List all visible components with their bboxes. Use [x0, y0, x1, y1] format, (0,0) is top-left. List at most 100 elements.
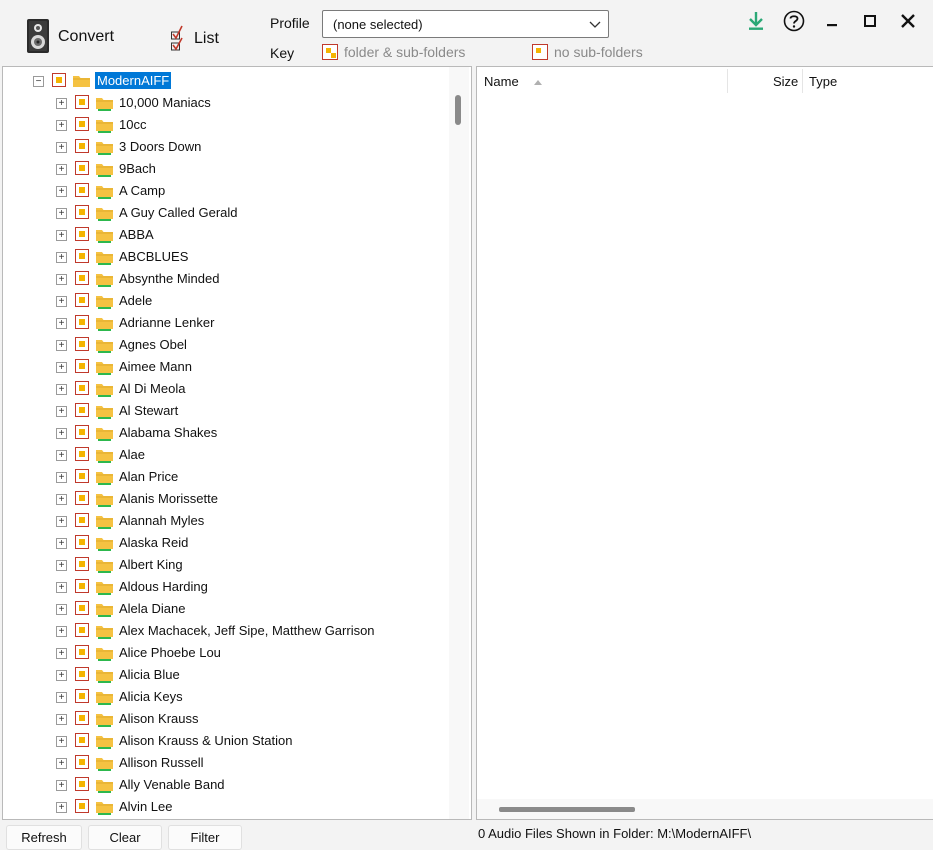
tree-item[interactable]: + Absynthe Minded — [3, 268, 451, 290]
tree-item[interactable]: + Alela Diane — [3, 598, 451, 620]
maximize-icon[interactable] — [857, 8, 883, 34]
expand-icon[interactable]: + — [56, 362, 67, 373]
folder-checkbox[interactable] — [75, 623, 89, 637]
tree-item[interactable]: + Alanis Morissette — [3, 488, 451, 510]
folder-name[interactable]: Allison Russell — [119, 755, 204, 770]
tree-item[interactable]: + ABCBLUES — [3, 246, 451, 268]
expand-icon[interactable]: + — [56, 274, 67, 285]
tree-item[interactable]: + Alison Krauss & Union Station — [3, 730, 451, 752]
tree-scroll-thumb[interactable] — [455, 95, 461, 125]
refresh-button[interactable]: Refresh — [6, 825, 82, 850]
column-header-name[interactable]: Name — [484, 67, 543, 95]
folder-checkbox[interactable] — [75, 117, 89, 131]
folder-name[interactable]: ABBA — [119, 227, 154, 242]
file-list[interactable]: Name Size Type — [476, 66, 933, 820]
tree-item[interactable]: + Alicia Keys — [3, 686, 451, 708]
folder-checkbox[interactable] — [75, 293, 89, 307]
expand-icon[interactable]: + — [56, 98, 67, 109]
folder-name[interactable]: Absynthe Minded — [119, 271, 219, 286]
folder-checkbox[interactable] — [75, 557, 89, 571]
tree-item[interactable]: + Alae — [3, 444, 451, 466]
expand-icon[interactable]: + — [56, 758, 67, 769]
tree-item[interactable]: +3 Doors Down — [3, 136, 451, 158]
expand-icon[interactable]: + — [56, 186, 67, 197]
tree-item[interactable]: + Alex Machacek, Jeff Sipe, Matthew Garri… — [3, 620, 451, 642]
folder-name[interactable]: ModernAIFF — [95, 72, 172, 89]
expand-icon[interactable]: + — [56, 450, 67, 461]
tree-item[interactable]: + Aimee Mann — [3, 356, 451, 378]
folder-checkbox[interactable] — [75, 513, 89, 527]
expand-icon[interactable]: + — [56, 714, 67, 725]
expand-icon[interactable]: + — [56, 406, 67, 417]
folder-checkbox[interactable] — [75, 689, 89, 703]
tree-item[interactable]: + Albert King — [3, 554, 451, 576]
tree-item[interactable]: + Alaska Reid — [3, 532, 451, 554]
tree-item[interactable]: + A Guy Called Gerald — [3, 202, 451, 224]
folder-name[interactable]: 10,000 Maniacs — [119, 95, 211, 110]
folder-name[interactable]: Alicia Blue — [119, 667, 180, 682]
folder-checkbox[interactable] — [75, 205, 89, 219]
folder-checkbox[interactable] — [75, 755, 89, 769]
tree-item[interactable]: + Allison Russell — [3, 752, 451, 774]
folder-name[interactable]: Alan Price — [119, 469, 178, 484]
profile-select[interactable]: (none selected) — [322, 10, 609, 38]
expand-icon[interactable]: + — [56, 472, 67, 483]
expand-icon[interactable]: + — [56, 736, 67, 747]
folder-checkbox[interactable] — [75, 777, 89, 791]
column-header-type[interactable]: Type — [809, 67, 837, 95]
tree-item[interactable]: + Adele — [3, 290, 451, 312]
tree-root[interactable]: − ModernAIFF — [3, 70, 451, 92]
folder-checkbox[interactable] — [75, 161, 89, 175]
tree-vertical-scrollbar[interactable] — [449, 67, 469, 819]
folder-checkbox[interactable] — [75, 381, 89, 395]
tree-item[interactable]: +10cc — [3, 114, 451, 136]
column-separator[interactable] — [727, 69, 728, 93]
folder-checkbox[interactable] — [75, 139, 89, 153]
folder-name[interactable]: Alicia Keys — [119, 689, 183, 704]
help-icon[interactable] — [781, 8, 807, 34]
folder-name[interactable]: Adrianne Lenker — [119, 315, 214, 330]
folder-name[interactable]: Agnes Obel — [119, 337, 187, 352]
expand-icon[interactable]: + — [56, 340, 67, 351]
folder-checkbox[interactable] — [75, 733, 89, 747]
folder-name[interactable]: ABCBLUES — [119, 249, 188, 264]
folder-name[interactable]: 3 Doors Down — [119, 139, 201, 154]
folder-name[interactable]: Ally Venable Band — [119, 777, 225, 792]
folder-name[interactable]: Al Di Meola — [119, 381, 185, 396]
expand-icon[interactable]: + — [56, 692, 67, 703]
tree-item[interactable]: + ABBA — [3, 224, 451, 246]
folder-checkbox[interactable] — [75, 601, 89, 615]
folder-checkbox[interactable] — [75, 249, 89, 263]
tree-item[interactable]: + Alabama Shakes — [3, 422, 451, 444]
folder-name[interactable]: 10cc — [119, 117, 146, 132]
folder-checkbox[interactable] — [75, 645, 89, 659]
expand-icon[interactable]: + — [56, 384, 67, 395]
expand-icon[interactable]: + — [56, 648, 67, 659]
tree-item[interactable]: + Alicia Blue — [3, 664, 451, 686]
folder-name[interactable]: 9Bach — [119, 161, 156, 176]
folder-checkbox[interactable] — [75, 711, 89, 725]
expand-icon[interactable]: + — [56, 670, 67, 681]
tree-item[interactable]: + Alice Phoebe Lou — [3, 642, 451, 664]
folder-checkbox[interactable] — [75, 183, 89, 197]
expand-icon[interactable]: + — [56, 318, 67, 329]
folder-name[interactable]: Alela Diane — [119, 601, 186, 616]
folder-name[interactable]: Aldous Harding — [119, 579, 208, 594]
tree-item[interactable]: + Adrianne Lenker — [3, 312, 451, 334]
expand-icon[interactable]: + — [56, 296, 67, 307]
list-scroll-thumb[interactable] — [499, 807, 635, 812]
expand-icon[interactable]: + — [56, 494, 67, 505]
expand-icon[interactable]: + — [56, 582, 67, 593]
expand-icon[interactable]: + — [56, 120, 67, 131]
minimize-icon[interactable] — [819, 8, 845, 34]
folder-checkbox[interactable] — [75, 403, 89, 417]
list-horizontal-scrollbar[interactable] — [477, 799, 933, 819]
folder-checkbox[interactable] — [75, 469, 89, 483]
folder-checkbox[interactable] — [75, 579, 89, 593]
expand-icon[interactable]: + — [56, 538, 67, 549]
expand-icon[interactable]: + — [56, 142, 67, 153]
expand-icon[interactable]: + — [56, 164, 67, 175]
folder-checkbox[interactable] — [75, 315, 89, 329]
folder-name[interactable]: Alabama Shakes — [119, 425, 217, 440]
filter-button[interactable]: Filter — [168, 825, 242, 850]
